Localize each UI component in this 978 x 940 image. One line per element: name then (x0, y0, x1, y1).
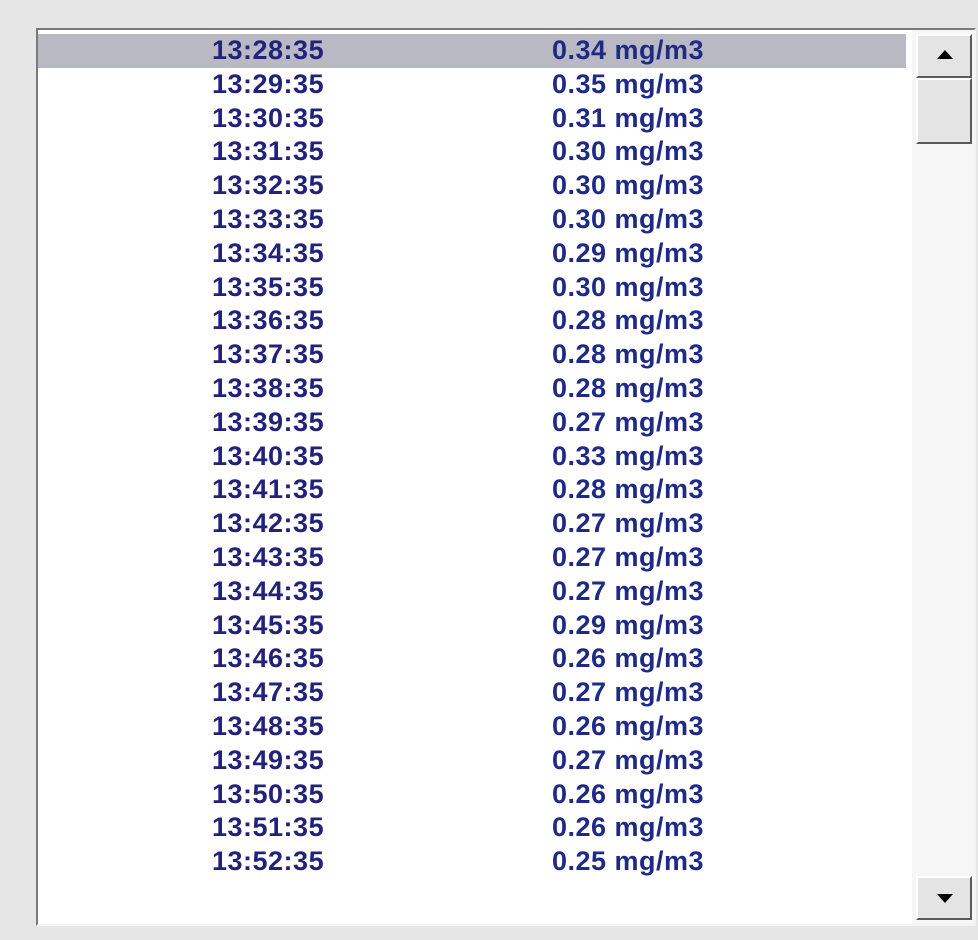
value-cell: 0.27 mg/m3 (552, 541, 705, 572)
time-cell: 13:32:35 (212, 170, 325, 201)
time-cell: 13:36:35 (212, 305, 325, 336)
value-cell: 0.27 mg/m3 (552, 677, 705, 708)
time-cell: 13:40:35 (212, 440, 325, 471)
time-cell: 13:30:35 (212, 102, 325, 133)
value-cell: 0.30 mg/m3 (552, 271, 705, 302)
list-item[interactable]: 13:34:35 0.29 mg/m3 (38, 237, 906, 271)
list-item[interactable]: 13:42:35 0.27 mg/m3 (38, 507, 906, 541)
list-item[interactable]: 13:41:35 0.28 mg/m3 (38, 473, 906, 507)
list-item[interactable]: 13:52:35 0.25 mg/m3 (38, 845, 906, 879)
time-cell: 13:42:35 (212, 508, 325, 539)
value-cell: 0.30 mg/m3 (552, 170, 705, 201)
time-cell: 13:39:35 (212, 406, 325, 437)
value-cell: 0.29 mg/m3 (552, 609, 705, 640)
readings-listbox[interactable]: 13:28:35 0.34 mg/m3 13:29:35 0.35 mg/m3 … (36, 28, 976, 926)
time-cell: 13:33:35 (212, 203, 325, 234)
time-cell: 13:49:35 (212, 744, 325, 775)
value-cell: 0.26 mg/m3 (552, 643, 705, 674)
list-item[interactable]: 13:38:35 0.28 mg/m3 (38, 372, 906, 406)
value-cell: 0.34 mg/m3 (552, 35, 705, 65)
list-item[interactable]: 13:39:35 0.27 mg/m3 (38, 406, 906, 440)
time-cell: 13:45:35 (212, 609, 325, 640)
arrow-down-icon (937, 894, 953, 903)
list-item[interactable]: 13:40:35 0.33 mg/m3 (38, 440, 906, 474)
value-cell: 0.25 mg/m3 (552, 846, 705, 877)
value-cell: 0.35 mg/m3 (552, 68, 705, 99)
list-item[interactable]: 13:50:35 0.26 mg/m3 (38, 778, 906, 812)
value-cell: 0.31 mg/m3 (552, 102, 705, 133)
list-item[interactable]: 13:48:35 0.26 mg/m3 (38, 710, 906, 744)
time-cell: 13:46:35 (212, 643, 325, 674)
list-item[interactable]: 13:28:35 0.34 mg/m3 (38, 34, 906, 68)
value-cell: 0.27 mg/m3 (552, 508, 705, 539)
value-cell: 0.26 mg/m3 (552, 710, 705, 741)
time-cell: 13:28:35 (212, 35, 325, 65)
value-cell: 0.33 mg/m3 (552, 440, 705, 471)
value-cell: 0.30 mg/m3 (552, 203, 705, 234)
time-cell: 13:29:35 (212, 68, 325, 99)
vertical-scrollbar[interactable] (910, 30, 974, 924)
time-cell: 13:41:35 (212, 474, 325, 505)
value-cell: 0.28 mg/m3 (552, 474, 705, 505)
time-cell: 13:38:35 (212, 372, 325, 403)
value-cell: 0.28 mg/m3 (552, 372, 705, 403)
time-cell: 13:44:35 (212, 575, 325, 606)
list-item[interactable]: 13:43:35 0.27 mg/m3 (38, 541, 906, 575)
value-cell: 0.29 mg/m3 (552, 237, 705, 268)
list-item[interactable]: 13:33:35 0.30 mg/m3 (38, 203, 906, 237)
window: 13:28:35 0.34 mg/m3 13:29:35 0.35 mg/m3 … (0, 0, 978, 940)
time-cell: 13:35:35 (212, 271, 325, 302)
value-cell: 0.27 mg/m3 (552, 744, 705, 775)
scroll-down-button[interactable] (916, 876, 972, 920)
list-item[interactable]: 13:49:35 0.27 mg/m3 (38, 744, 906, 778)
scrollbar-thumb[interactable] (916, 78, 972, 144)
list-item[interactable]: 13:51:35 0.26 mg/m3 (38, 811, 906, 845)
list-item[interactable]: 13:47:35 0.27 mg/m3 (38, 676, 906, 710)
list-item[interactable]: 13:32:35 0.30 mg/m3 (38, 169, 906, 203)
value-cell: 0.26 mg/m3 (552, 812, 705, 843)
value-cell: 0.28 mg/m3 (552, 305, 705, 336)
time-cell: 13:34:35 (212, 237, 325, 268)
list-item[interactable]: 13:37:35 0.28 mg/m3 (38, 338, 906, 372)
time-cell: 13:48:35 (212, 710, 325, 741)
time-cell: 13:43:35 (212, 541, 325, 572)
readings-list: 13:28:35 0.34 mg/m3 13:29:35 0.35 mg/m3 … (38, 34, 906, 879)
time-cell: 13:31:35 (212, 136, 325, 167)
list-item[interactable]: 13:44:35 0.27 mg/m3 (38, 575, 906, 609)
list-item[interactable]: 13:35:35 0.30 mg/m3 (38, 271, 906, 305)
time-cell: 13:37:35 (212, 339, 325, 370)
time-cell: 13:50:35 (212, 778, 325, 809)
list-item[interactable]: 13:30:35 0.31 mg/m3 (38, 102, 906, 136)
time-cell: 13:47:35 (212, 677, 325, 708)
arrow-up-icon (937, 50, 953, 59)
value-cell: 0.26 mg/m3 (552, 778, 705, 809)
list-item[interactable]: 13:31:35 0.30 mg/m3 (38, 135, 906, 169)
list-item[interactable]: 13:45:35 0.29 mg/m3 (38, 609, 906, 643)
value-cell: 0.27 mg/m3 (552, 406, 705, 437)
list-item[interactable]: 13:36:35 0.28 mg/m3 (38, 304, 906, 338)
value-cell: 0.28 mg/m3 (552, 339, 705, 370)
list-item[interactable]: 13:46:35 0.26 mg/m3 (38, 642, 906, 676)
time-cell: 13:51:35 (212, 812, 325, 843)
value-cell: 0.27 mg/m3 (552, 575, 705, 606)
time-cell: 13:52:35 (212, 846, 325, 877)
value-cell: 0.30 mg/m3 (552, 136, 705, 167)
scroll-up-button[interactable] (916, 34, 972, 78)
list-item[interactable]: 13:29:35 0.35 mg/m3 (38, 68, 906, 102)
